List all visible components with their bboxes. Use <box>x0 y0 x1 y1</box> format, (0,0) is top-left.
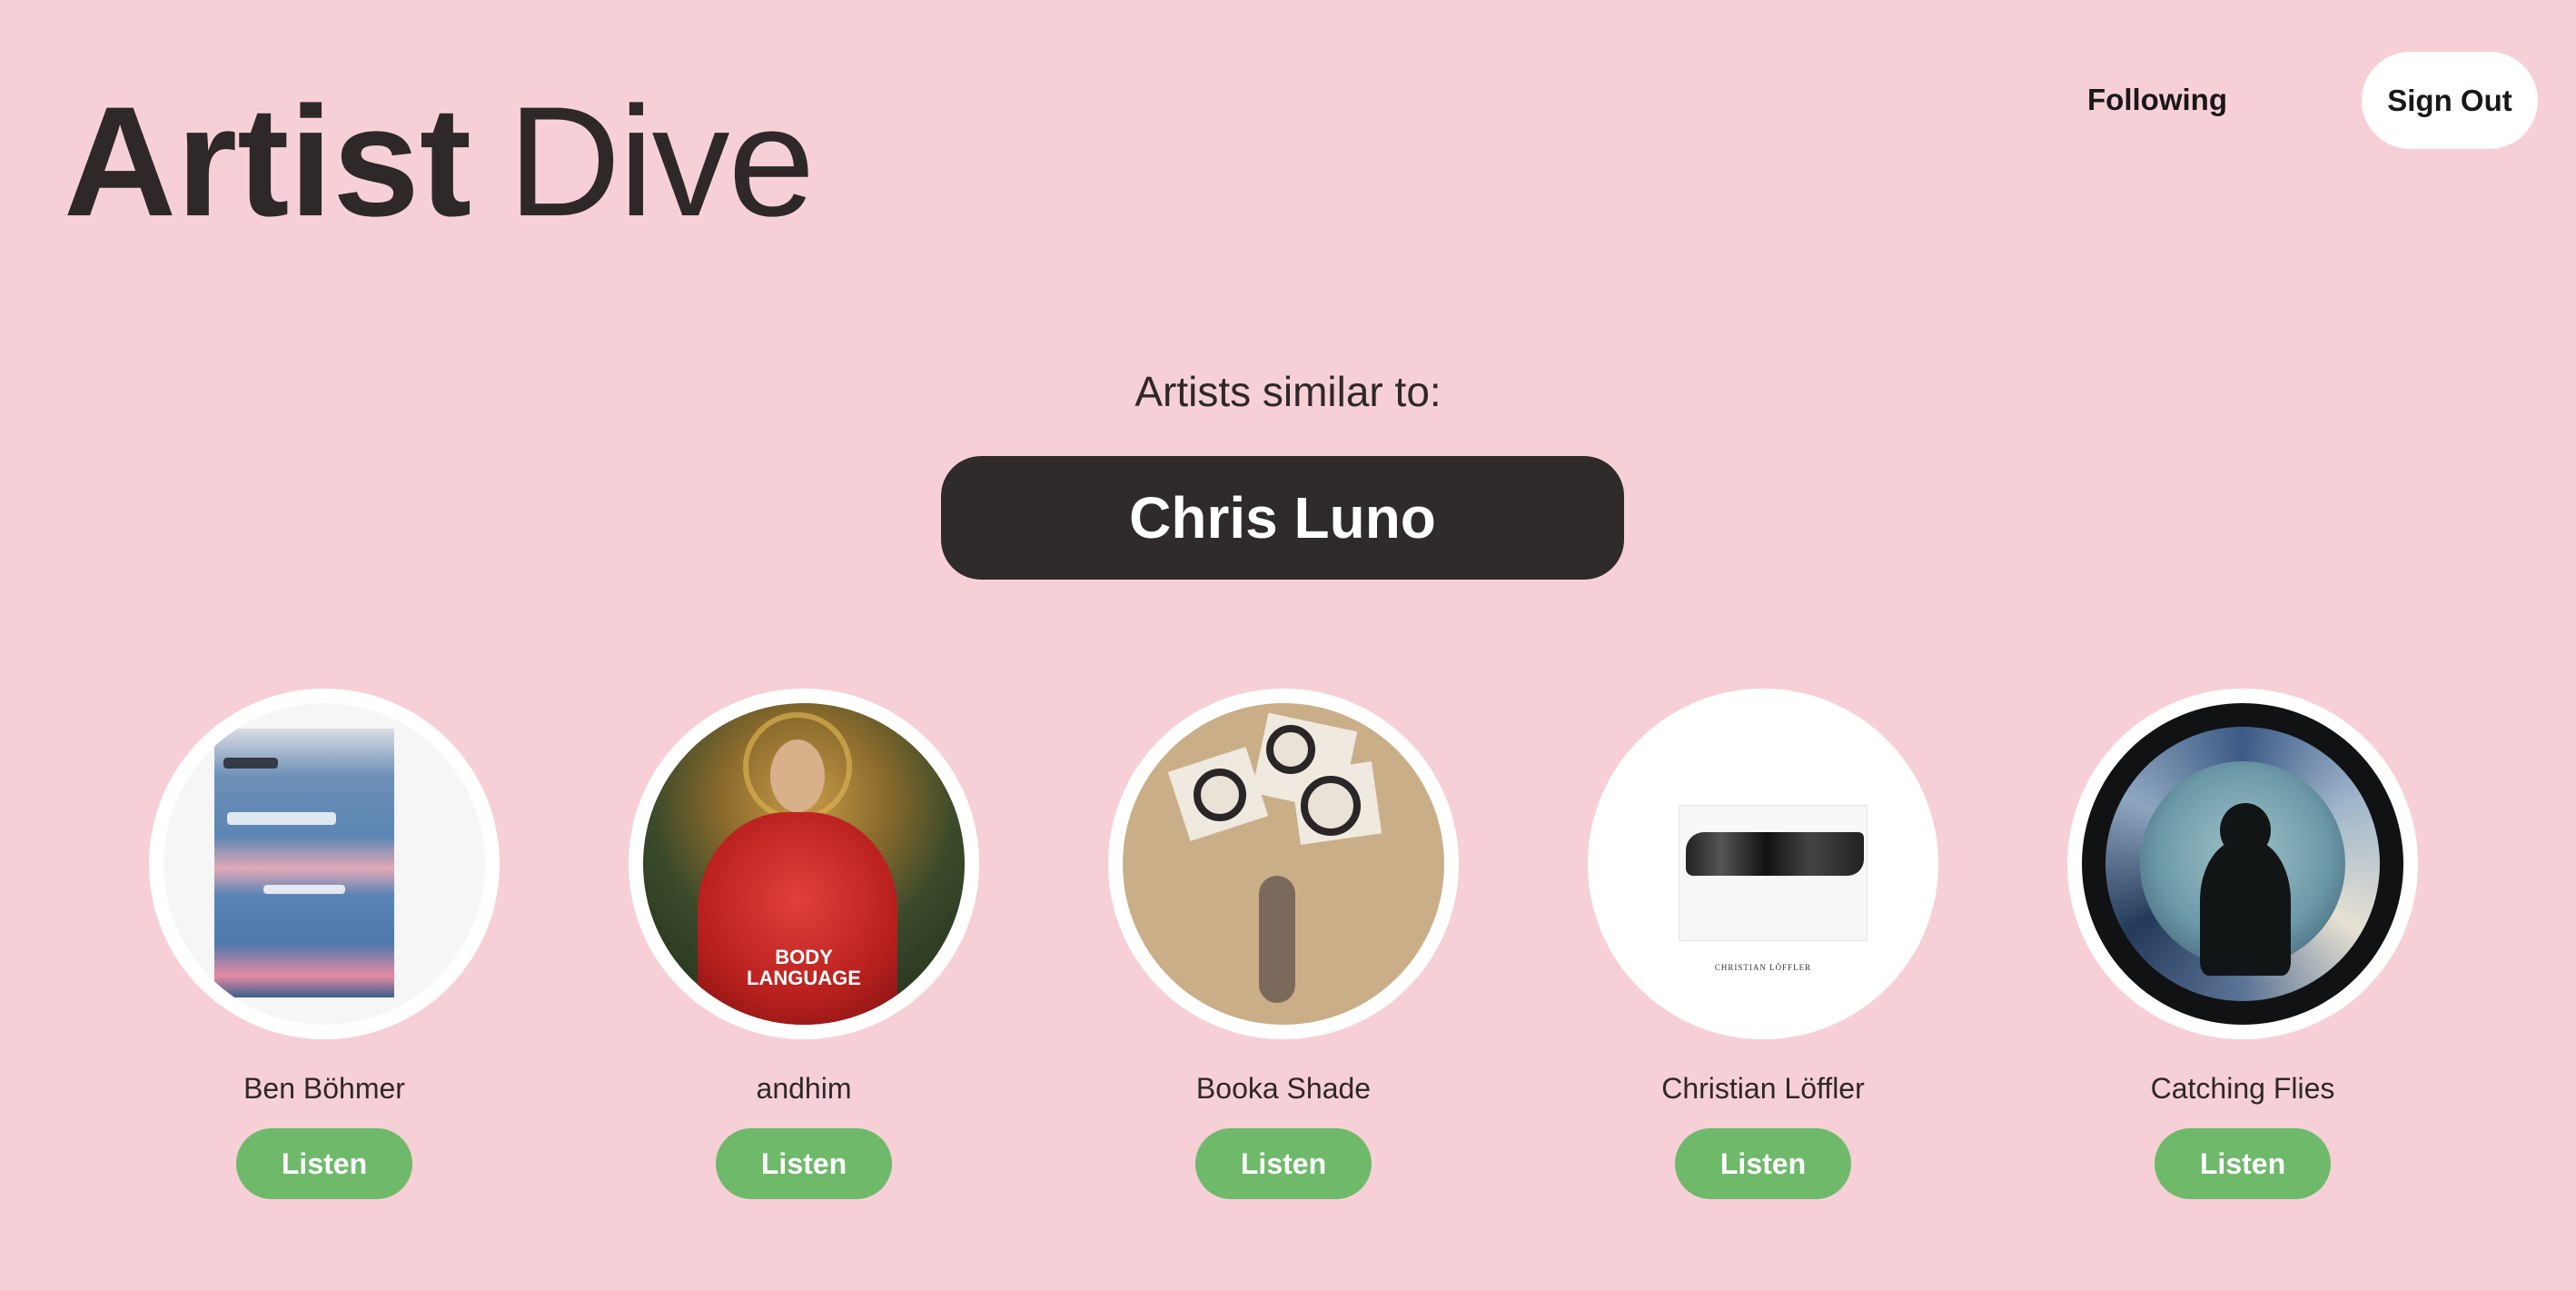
artist-name[interactable]: Booka Shade <box>1196 1072 1371 1108</box>
artist-avatar[interactable]: CHRISTIAN LÖFFLER <box>1588 689 1938 1039</box>
current-artist-pill: Chris Luno <box>941 456 1624 580</box>
album-cover-text: BODY LANGUAGE <box>747 946 861 990</box>
logo-dive: Dive <box>508 74 815 249</box>
listen-button[interactable]: Listen <box>236 1128 412 1199</box>
listen-button[interactable]: Listen <box>2155 1128 2331 1199</box>
similar-artists-label: Artists similar to: <box>1134 368 1442 415</box>
album-cover-image <box>2082 703 2403 1025</box>
artist-avatar[interactable] <box>1108 689 1459 1039</box>
artist-name[interactable]: Christian Löffler <box>1661 1072 1865 1108</box>
album-cover-image <box>1123 703 1444 1025</box>
artist-dive-page: Artist Dive Following Sign Out Artists si… <box>0 0 2576 1290</box>
album-cover-text: CHRISTIAN LÖFFLER <box>1714 963 1812 972</box>
listen-button[interactable]: Listen <box>1195 1128 1372 1199</box>
logo-artist: Artist <box>64 74 472 249</box>
listen-button[interactable]: Listen <box>716 1128 892 1199</box>
artist-name[interactable]: Catching Flies <box>2151 1072 2335 1108</box>
nav-following-link[interactable]: Following <box>2062 73 2253 127</box>
artist-card: Booka Shade Listen <box>1102 689 1465 1199</box>
artist-name[interactable]: Ben Böhmer <box>243 1072 405 1108</box>
album-cover-image <box>163 703 485 1025</box>
sign-out-button[interactable]: Sign Out <box>2362 52 2538 149</box>
artist-avatar[interactable] <box>2067 689 2418 1039</box>
album-cover-image: BODY LANGUAGE <box>643 703 965 1025</box>
album-cover-image: CHRISTIAN LÖFFLER <box>1602 703 1924 1025</box>
app-logo[interactable]: Artist Dive <box>64 84 815 240</box>
artist-card: Ben Böhmer Listen <box>143 689 506 1199</box>
artist-avatar[interactable] <box>149 689 500 1039</box>
artist-card: CHRISTIAN LÖFFLER Christian Löffler List… <box>1581 689 1945 1199</box>
artist-avatar[interactable]: BODY LANGUAGE <box>629 689 979 1039</box>
listen-button[interactable]: Listen <box>1675 1128 1851 1199</box>
artist-name[interactable]: andhim <box>757 1072 852 1108</box>
artist-card: BODY LANGUAGE andhim Listen <box>622 689 986 1199</box>
artist-card: Catching Flies Listen <box>2061 689 2424 1199</box>
